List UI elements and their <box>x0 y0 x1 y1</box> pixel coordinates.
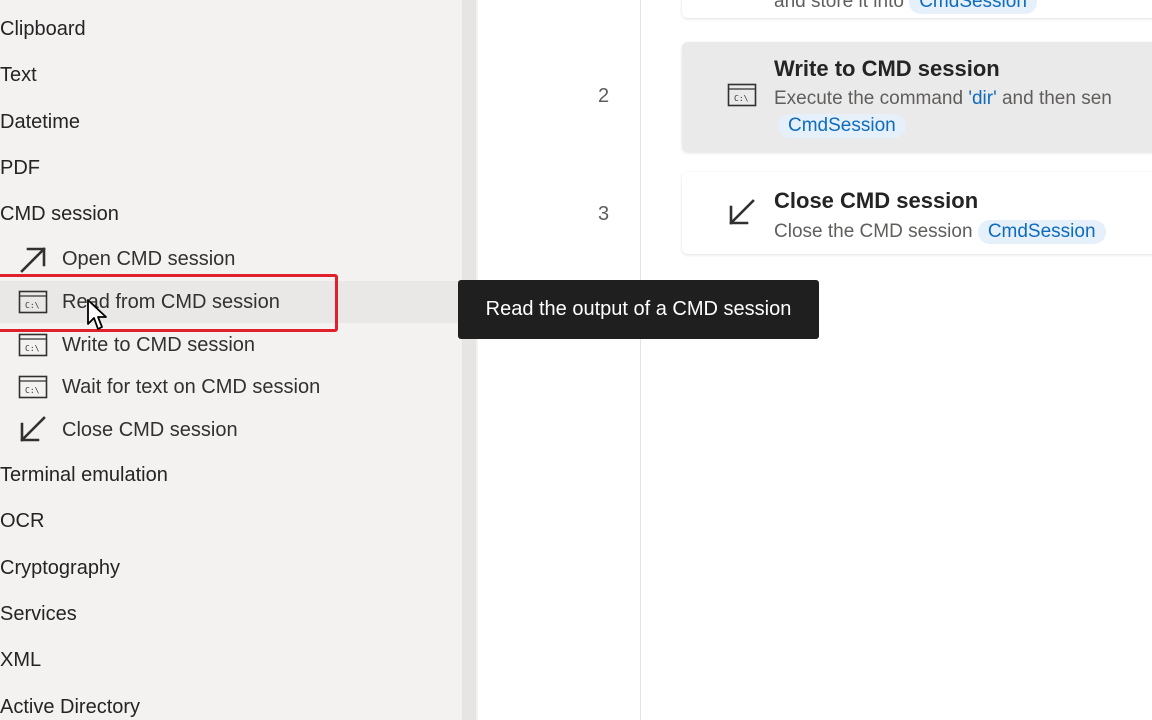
action-tooltip: Read the output of a CMD session <box>458 280 819 339</box>
close-arrow-icon <box>726 198 758 228</box>
open-arrow-icon <box>18 244 48 274</box>
cmd-console-icon: C:\ <box>18 372 48 402</box>
variable-chip[interactable]: CmdSession <box>778 114 906 138</box>
variable-chip[interactable]: CmdSession <box>977 220 1106 244</box>
step-title: Write to CMD session <box>774 56 1000 81</box>
line-number-gutter <box>478 0 641 720</box>
category-datetime[interactable]: Datetime <box>0 110 80 134</box>
cmd-console-icon: C:\ <box>18 330 48 360</box>
actions-pane: Clipboard Text Datetime PDF CMD session … <box>0 0 462 720</box>
svg-text:C:\: C:\ <box>25 344 40 353</box>
step-title: Close CMD session <box>774 188 979 213</box>
variable-chip[interactable]: CmdSession <box>909 0 1037 14</box>
category-active-directory[interactable]: Active Directory <box>0 695 140 719</box>
action-wait-for-text-on-cmd-session[interactable]: C:\ Wait for text on CMD session <box>0 366 460 408</box>
category-terminal-emulation[interactable]: Terminal emulation <box>0 463 168 487</box>
flow-step-card-1[interactable]: and store it into CmdSession <box>682 0 1152 18</box>
action-label: Open CMD session <box>62 247 236 270</box>
svg-text:C:\: C:\ <box>734 94 749 103</box>
line-number: 3 <box>598 203 610 225</box>
action-close-cmd-session[interactable]: Close CMD session <box>0 409 460 451</box>
flow-step-card-3[interactable]: Close CMD session Close the CMD session … <box>682 172 1152 254</box>
step-description: and store it into CmdSession <box>774 0 1037 14</box>
line-number: 2 <box>598 85 610 107</box>
highlight-annotation-box <box>0 274 338 332</box>
actions-scrollbar-thumb[interactable] <box>462 0 476 720</box>
category-clipboard[interactable]: Clipboard <box>0 17 86 41</box>
category-cryptography[interactable]: Cryptography <box>0 556 120 580</box>
category-xml[interactable]: XML <box>0 648 41 672</box>
action-label: Wait for text on CMD session <box>62 375 321 398</box>
step-description: Close the CMD session CmdSession <box>774 220 1106 244</box>
cmd-console-icon: C:\ <box>726 80 758 110</box>
action-label: Write to CMD session <box>62 333 256 356</box>
category-services[interactable]: Services <box>0 602 77 626</box>
category-ocr[interactable]: OCR <box>0 509 44 533</box>
close-arrow-icon <box>18 415 48 445</box>
category-cmd-session[interactable]: CMD session <box>0 202 119 226</box>
flow-step-card-2[interactable]: C:\ Write to CMD session Execute the com… <box>682 42 1152 152</box>
step-description: Execute the command 'dir' and then sen <box>774 88 1112 109</box>
category-pdf[interactable]: PDF <box>0 156 40 180</box>
action-label: Close CMD session <box>62 418 238 441</box>
svg-text:C:\: C:\ <box>25 386 40 395</box>
category-text[interactable]: Text <box>0 63 37 87</box>
mouse-cursor-icon <box>87 299 107 330</box>
